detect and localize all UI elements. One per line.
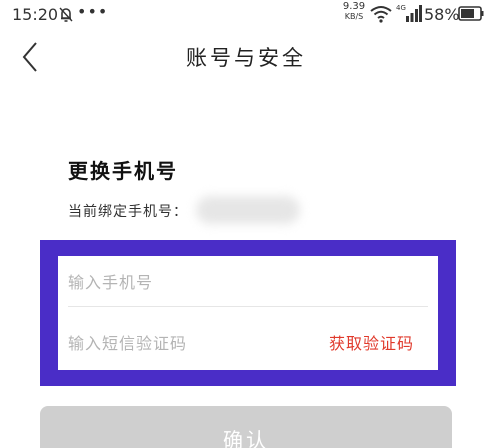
status-bar: 15:20 ••• 9.39 KB/S 4G 58% bbox=[0, 0, 492, 28]
battery-percent: 58% bbox=[424, 5, 460, 24]
status-dots: ••• bbox=[77, 2, 109, 21]
confirm-button[interactable]: 确认 bbox=[40, 406, 452, 448]
get-code-button[interactable]: 获取验证码 bbox=[329, 330, 414, 354]
sms-code-input[interactable] bbox=[68, 318, 308, 368]
section-title: 更换手机号 bbox=[68, 159, 178, 183]
current-phone-label: 当前绑定手机号： bbox=[68, 204, 188, 220]
alarm-off-icon bbox=[59, 7, 73, 22]
phone-input[interactable] bbox=[68, 257, 308, 307]
sms-code-row: 获取验证码 bbox=[68, 318, 428, 368]
network-speed: 9.39 KB/S bbox=[341, 2, 367, 22]
current-phone-value-blurred bbox=[196, 196, 300, 224]
network-type-label: 4G bbox=[396, 4, 406, 12]
status-time: 15:20 bbox=[12, 5, 59, 24]
signal-icon: 4G bbox=[396, 4, 422, 22]
battery-icon bbox=[458, 6, 484, 21]
network-speed-value: 9.39 bbox=[342, 1, 366, 12]
page-title: 账号与安全 bbox=[186, 46, 306, 70]
phone-row bbox=[68, 257, 428, 307]
network-speed-unit: KB/S bbox=[344, 12, 364, 21]
phone-change-form: 获取验证码 bbox=[58, 256, 438, 370]
wifi-icon bbox=[370, 6, 392, 23]
